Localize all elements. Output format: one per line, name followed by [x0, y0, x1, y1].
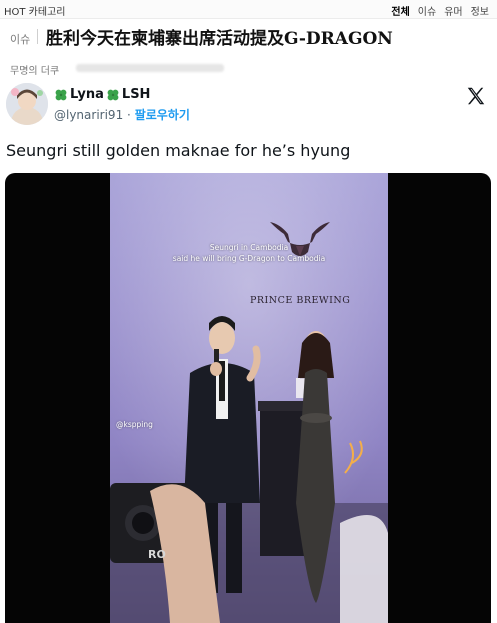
embedded-tweet[interactable]: Lyna LSH @lynariri91 · 팔로우하기 Seungri sti…: [0, 78, 497, 623]
four-leaf-clover-icon: [55, 89, 67, 100]
top-category-bar: HOT 카테고리 전체 이슈 유머 정보: [0, 0, 497, 19]
video-watermark: @kspping: [116, 420, 153, 429]
video-player[interactable]: Seungri in Cambodia said he will bring G…: [5, 173, 491, 623]
video-caption-line2: said he will bring G-Dragon to Cambodia: [172, 254, 326, 263]
page: HOT 카테고리 전체 이슈 유머 정보 이슈 胜利今天在柬埔寨出席活动提及G-…: [0, 0, 497, 623]
video-caption-line1: Seungri in Cambodia: [209, 243, 289, 252]
user-handle[interactable]: @lynariri91: [54, 108, 123, 122]
x-logo-icon[interactable]: [465, 85, 487, 107]
follow-button[interactable]: 팔로우하기: [135, 108, 190, 122]
author-name: 무명의 더쿠: [10, 66, 60, 77]
category-nav: 전체 이슈 유머 정보: [391, 3, 489, 18]
avatar[interactable]: [6, 83, 48, 125]
display-name[interactable]: Lyna LSH: [54, 87, 150, 102]
avatar-image: [6, 83, 48, 125]
post-header: 이슈 胜利今天在柬埔寨出席活动提及G-DRAGON: [0, 19, 497, 55]
tweet-text: Seungri still golden maknae for he’s hyu…: [6, 141, 351, 160]
post-author-line: 무명의 더쿠: [0, 58, 497, 77]
post-category[interactable]: 이슈: [10, 31, 30, 47]
nav-item-info[interactable]: 정보: [471, 3, 489, 18]
display-name-text: Lyna: [70, 87, 104, 102]
nav-item-all[interactable]: 전체: [391, 3, 409, 18]
camera-brand-text: RO: [148, 548, 166, 561]
video-frame: Seungri in Cambodia said he will bring G…: [110, 173, 388, 623]
handle-row: @lynariri91 · 팔로우하기: [54, 106, 190, 123]
hot-category-label[interactable]: HOT 카테고리: [4, 3, 65, 18]
video-brand-text: PRINCE BREWING: [250, 295, 351, 306]
redacted-info: [76, 64, 224, 72]
title-divider: [37, 29, 38, 44]
nav-item-issue[interactable]: 이슈: [418, 3, 436, 18]
handle-separator: ·: [127, 108, 131, 122]
display-name-suffix: LSH: [121, 87, 151, 102]
post-title: 胜利今天在柬埔寨出席活动提及G-DRAGON: [46, 29, 393, 49]
nav-item-humor[interactable]: 유머: [444, 3, 462, 18]
four-leaf-clover-icon: [107, 89, 119, 100]
